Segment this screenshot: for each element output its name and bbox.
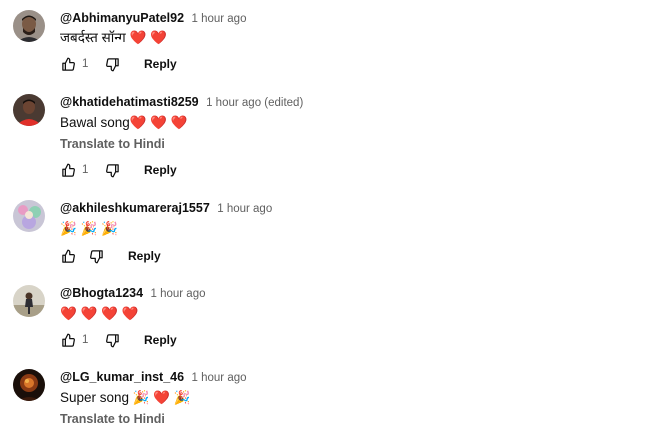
comment-time[interactable]: 1 hour ago (217, 203, 272, 215)
comment-text: Super song 🎉 ❤️ 🎉 (60, 390, 191, 405)
comment-header: @akhileshkumareraj1557 1 hour ago (60, 200, 272, 217)
avatar[interactable] (13, 285, 45, 317)
comment-text: जबर्दस्त सॉन्ग ❤️ ❤️ (60, 30, 167, 45)
comment-time[interactable]: 1 hour ago (edited) (206, 97, 303, 109)
author-name[interactable]: @Bhogta1234 (60, 286, 143, 300)
comment-header: @Bhogta1234 1 hour ago (60, 285, 206, 302)
reply-button[interactable]: Reply (144, 57, 177, 71)
comment-header: @AbhimanyuPatel92 1 hour ago (60, 10, 246, 27)
thumb-down-icon[interactable] (104, 332, 120, 348)
author-name[interactable]: @khatidehatimasti8259 (60, 95, 199, 109)
thumb-up-icon[interactable] (60, 332, 76, 348)
like-count: 1 (82, 58, 89, 70)
comment-text: Bawal song❤️ ❤️ ❤️ (60, 115, 188, 130)
avatar[interactable] (13, 369, 45, 401)
thumb-up-icon[interactable] (60, 162, 76, 178)
author-name[interactable]: @AbhimanyuPatel92 (60, 11, 184, 25)
reply-button[interactable]: Reply (144, 163, 177, 177)
thumb-down-icon[interactable] (104, 162, 120, 178)
author-name[interactable]: @LG_kumar_inst_46 (60, 370, 184, 384)
thumb-up-icon[interactable] (60, 56, 76, 72)
comment-actions: 1 Reply (60, 331, 177, 349)
thumb-up-icon[interactable] (60, 248, 76, 264)
translate-link[interactable]: Translate to Hindi (60, 411, 165, 427)
comment-time[interactable]: 1 hour ago (151, 288, 206, 300)
comment-time[interactable]: 1 hour ago (191, 13, 246, 25)
comment-text: 🎉 🎉 🎉 (60, 221, 118, 236)
thumb-down-icon[interactable] (104, 56, 120, 72)
comment-actions: Reply (60, 247, 161, 265)
avatar[interactable] (13, 94, 45, 126)
avatar[interactable] (13, 10, 45, 42)
translate-link[interactable]: Translate to Hindi (60, 136, 165, 152)
comment-actions: 1 Reply (60, 55, 177, 73)
comment-actions: 1 Reply (60, 161, 177, 179)
comment-text: ❤️ ❤️ ❤️ ❤️ (60, 306, 139, 321)
like-count: 1 (82, 164, 89, 176)
reply-button[interactable]: Reply (144, 333, 177, 347)
comment-header: @LG_kumar_inst_46 1 hour ago (60, 369, 247, 386)
reply-button[interactable]: Reply (128, 249, 161, 263)
avatar[interactable] (13, 200, 45, 232)
thumb-down-icon[interactable] (88, 248, 104, 264)
like-count: 1 (82, 334, 89, 346)
author-name[interactable]: @akhileshkumareraj1557 (60, 201, 210, 215)
comment-time[interactable]: 1 hour ago (192, 372, 247, 384)
comment-header: @khatidehatimasti8259 1 hour ago (edited… (60, 94, 303, 111)
